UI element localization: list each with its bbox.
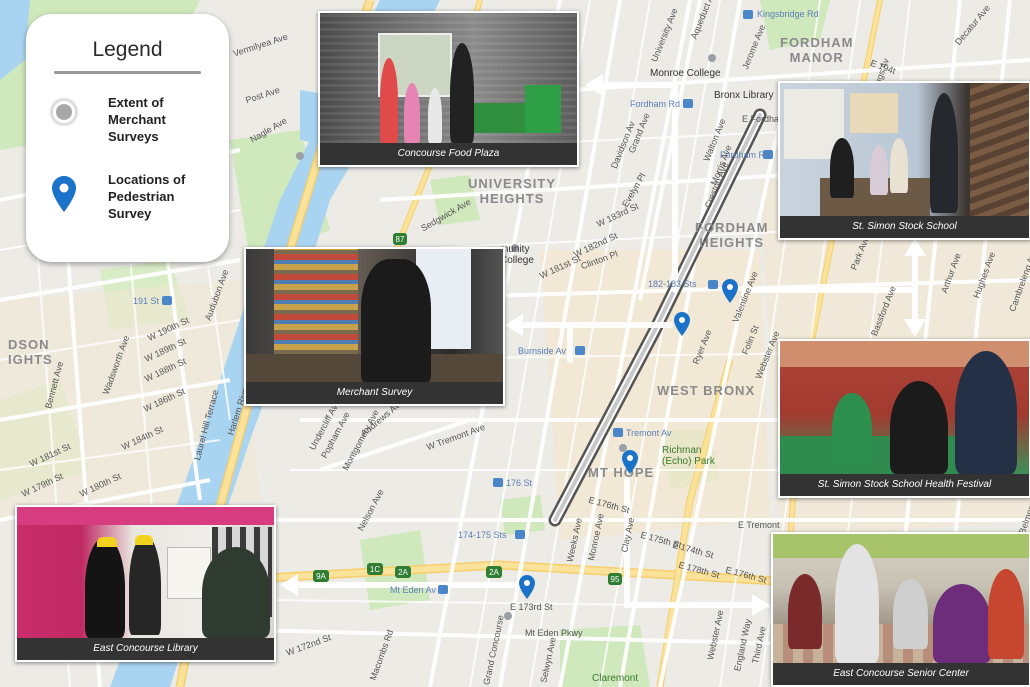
station-burnside-av: Burnside Av (518, 346, 566, 356)
landmark-claremont: Claremont (592, 673, 639, 684)
pedestrian-survey-pin[interactable] (674, 312, 690, 336)
legend-panel: Legend Extent of Merchant Surveys Locati… (26, 14, 229, 262)
photo-image (320, 13, 577, 143)
hood-west-bronx: WEST BRONX (657, 383, 756, 398)
station-mt-eden-av: Mt Eden Av (390, 585, 436, 595)
street-e-tremont: E Tremont (738, 520, 780, 530)
photo-caption: East Concourse Library (17, 638, 274, 660)
station-tremont-av: Tremont Av (626, 428, 672, 438)
legend-divider (54, 71, 201, 74)
photo-concourse-food-plaza[interactable]: Concourse Food Plaza (318, 11, 579, 167)
pedestrian-survey-pin[interactable] (519, 575, 535, 599)
station-182-183: 182-183 Sts (648, 279, 697, 289)
shield-i95: 95 (611, 575, 620, 584)
landmark-richman-park: Richman (Echo) Park (662, 445, 715, 467)
shield-2a: 2A (398, 568, 408, 577)
shield-9a: 9A (316, 572, 326, 581)
hood-hudson-heights: DSON IGHTS (8, 337, 53, 367)
photo-caption: Merchant Survey (246, 382, 503, 404)
map-figure: 87 95 1C 2A 2A 9A FORDHAM MANOR UNIVERSI… (0, 0, 1030, 687)
photo-image (773, 534, 1029, 663)
hood-fordham-heights: FORDHAM HEIGHTS (695, 220, 769, 250)
landmark-monroe-college: Monroe College (650, 68, 721, 79)
hood-fordham-manor: FORDHAM MANOR (780, 35, 854, 65)
photo-st-simon-stock-school[interactable]: St. Simon Stock School (778, 81, 1030, 240)
photo-st-simon-stock-school-health-festival[interactable]: St. Simon Stock School Health Festival (778, 339, 1030, 498)
photo-image (780, 83, 1029, 216)
hood-university-heights: UNIVERSITY HEIGHTS (468, 176, 557, 206)
photo-image (780, 341, 1029, 474)
shield-i87: 87 (396, 235, 405, 244)
photo-east-concourse-library[interactable]: East Concourse Library (15, 505, 276, 662)
station-174-175: 174-175 Sts (458, 530, 507, 540)
station-kingsbridge-rd: Kingsbridge Rd (757, 9, 819, 19)
legend-item-merchant-surveys: Extent of Merchant Surveys (108, 95, 166, 144)
photo-east-concourse-senior-center[interactable]: East Concourse Senior Center (771, 532, 1030, 687)
station-176-st: 176 St (506, 478, 533, 488)
legend-item-pedestrian-survey: Locations of Pedestrian Survey (108, 172, 186, 221)
photo-image (246, 249, 503, 382)
photo-caption: East Concourse Senior Center (773, 663, 1029, 685)
map-pin-icon (52, 176, 76, 212)
circle-marker-icon (50, 98, 78, 126)
landmark-community-college: munity College (500, 244, 534, 266)
photo-caption: Concourse Food Plaza (320, 143, 577, 165)
photo-caption: St. Simon Stock School Health Festival (780, 474, 1029, 496)
photo-caption: St. Simon Stock School (780, 216, 1029, 238)
photo-merchant-survey[interactable]: Merchant Survey (244, 247, 505, 406)
legend-title: Legend (92, 38, 163, 61)
street-e-173rd-st: E 173rd St (510, 602, 553, 612)
shield-1c: 1C (370, 565, 380, 574)
landmark-bronx-library: Bronx Library (714, 90, 774, 101)
pedestrian-survey-pin[interactable] (722, 279, 738, 303)
station-fordham-rd: Fordham Rd (630, 99, 681, 109)
pedestrian-survey-pin[interactable] (622, 450, 638, 474)
station-191-st: 191 St (133, 296, 160, 306)
shield-2a-b: 2A (489, 568, 499, 577)
photo-image (17, 507, 274, 638)
